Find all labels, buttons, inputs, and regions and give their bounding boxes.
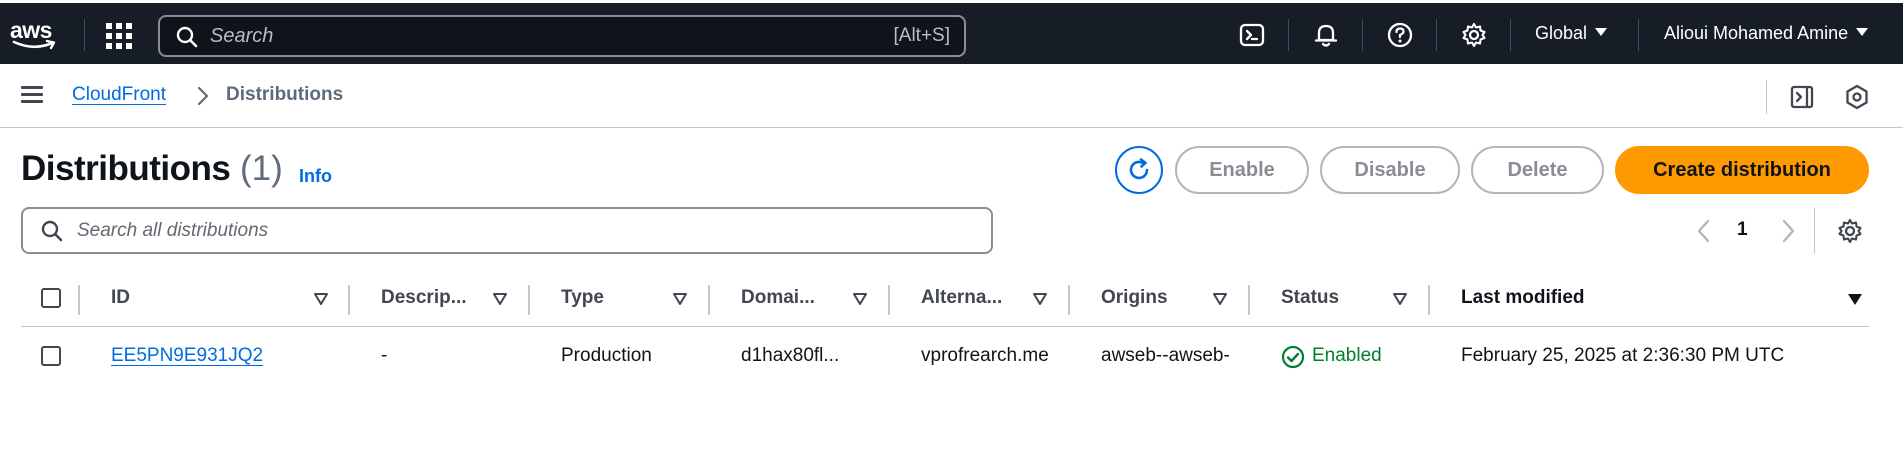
cell-alternate-domain: vprofrearch.me <box>921 345 1049 366</box>
previous-page-chevron-icon[interactable] <box>1694 218 1714 244</box>
select-all-checkbox[interactable] <box>41 288 61 308</box>
breadcrumb-current: Distributions <box>226 84 344 105</box>
info-panel-icon[interactable] <box>1788 83 1816 111</box>
side-navigation-toggle-icon[interactable] <box>21 86 43 104</box>
breadcrumb-chevron-right-icon <box>197 86 209 106</box>
divider <box>1362 19 1363 51</box>
global-search-input[interactable] <box>210 21 810 51</box>
column-divider <box>348 285 350 315</box>
enable-button[interactable]: Enable <box>1175 146 1309 194</box>
column-header-id[interactable]: ID <box>111 287 130 309</box>
cell-origins: awseb--awseb- <box>1101 345 1230 366</box>
breadcrumb-cloudfront-link[interactable]: CloudFront <box>72 84 166 106</box>
create-distribution-button[interactable]: Create distribution <box>1615 146 1869 194</box>
column-divider <box>708 285 710 315</box>
global-search[interactable]: [Alt+S] <box>158 15 966 57</box>
account-menu[interactable]: Alioui Mohamed Amine <box>1664 23 1869 44</box>
row-select-checkbox[interactable] <box>41 346 61 366</box>
page-title: Distributions <box>21 149 231 188</box>
cell-type: Production <box>561 345 652 366</box>
column-divider <box>78 285 80 315</box>
sort-icon[interactable] <box>672 292 688 306</box>
feedback-hexagon-icon[interactable] <box>1843 83 1871 111</box>
table-preferences-gear-icon[interactable] <box>1835 216 1865 246</box>
cell-last-modified: February 25, 2025 at 2:36:30 PM UTC <box>1461 345 1785 366</box>
column-header-alternate-domains[interactable]: Alterna... <box>921 287 1002 309</box>
divider <box>1510 19 1511 51</box>
cell-status: Enabled <box>1312 345 1382 366</box>
distribution-search-input[interactable] <box>77 217 957 245</box>
column-divider <box>1428 285 1430 315</box>
top-navigation: aws [Alt+S] Global <box>0 0 1903 64</box>
column-header-description[interactable]: Descrip... <box>381 287 467 309</box>
cell-description: - <box>381 345 388 366</box>
info-link[interactable]: Info <box>299 166 332 187</box>
search-shortcut-hint: [Alt+S] <box>893 25 951 46</box>
region-label: Global <box>1535 23 1588 43</box>
column-header-origins[interactable]: Origins <box>1101 287 1168 309</box>
sort-icon[interactable] <box>1032 292 1048 306</box>
caret-down-icon <box>1595 28 1608 36</box>
column-header-last-modified[interactable]: Last modified <box>1461 287 1585 309</box>
settings-gear-icon[interactable] <box>1459 20 1489 50</box>
cloudshell-icon[interactable] <box>1237 20 1267 50</box>
table-header: ID Descrip... Type Domai... Alterna... O… <box>21 277 1869 327</box>
breadcrumb-bar: CloudFront Distributions <box>0 64 1903 128</box>
divider <box>1638 19 1639 51</box>
distribution-id-link[interactable]: EE5PN9E931JQ2 <box>111 345 291 367</box>
current-page-number[interactable]: 1 <box>1737 219 1748 241</box>
divider <box>1288 19 1289 51</box>
distribution-count: (1) <box>240 149 283 188</box>
cell-domain-name: d1hax80fl... <box>741 345 840 366</box>
next-page-chevron-icon[interactable] <box>1778 218 1798 244</box>
column-divider <box>1248 285 1250 315</box>
column-divider <box>888 285 890 315</box>
column-divider <box>1068 285 1070 315</box>
help-icon[interactable] <box>1385 20 1415 50</box>
user-name: Alioui Mohamed Amine <box>1664 23 1849 43</box>
aws-logo[interactable]: aws <box>10 19 60 53</box>
refresh-button[interactable] <box>1115 146 1163 194</box>
column-divider <box>528 285 530 315</box>
distribution-search[interactable] <box>21 207 993 254</box>
divider <box>1436 19 1437 51</box>
delete-button[interactable]: Delete <box>1471 146 1604 194</box>
caret-down-icon <box>1856 28 1869 36</box>
column-header-type[interactable]: Type <box>561 287 604 309</box>
sort-icon[interactable] <box>1392 292 1408 306</box>
aws-smile-icon <box>12 39 56 50</box>
column-header-status[interactable]: Status <box>1281 287 1339 309</box>
search-icon <box>176 26 198 48</box>
sort-icon[interactable] <box>313 292 329 306</box>
notifications-bell-icon[interactable] <box>1311 20 1341 50</box>
region-selector[interactable]: Global <box>1535 23 1608 44</box>
aws-logo-text: aws <box>10 17 52 43</box>
column-header-domain[interactable]: Domai... <box>741 287 815 309</box>
sort-icon[interactable] <box>852 292 868 306</box>
refresh-icon <box>1129 158 1149 180</box>
status-success-check-icon <box>1281 345 1305 369</box>
services-menu-icon[interactable] <box>106 23 132 49</box>
search-icon <box>41 220 63 242</box>
sort-descending-icon[interactable] <box>1847 292 1863 306</box>
divider <box>1766 80 1767 114</box>
divider <box>1814 208 1815 254</box>
disable-button[interactable]: Disable <box>1320 146 1460 194</box>
sort-icon[interactable] <box>492 292 508 306</box>
sort-icon[interactable] <box>1212 292 1228 306</box>
divider <box>84 19 85 51</box>
